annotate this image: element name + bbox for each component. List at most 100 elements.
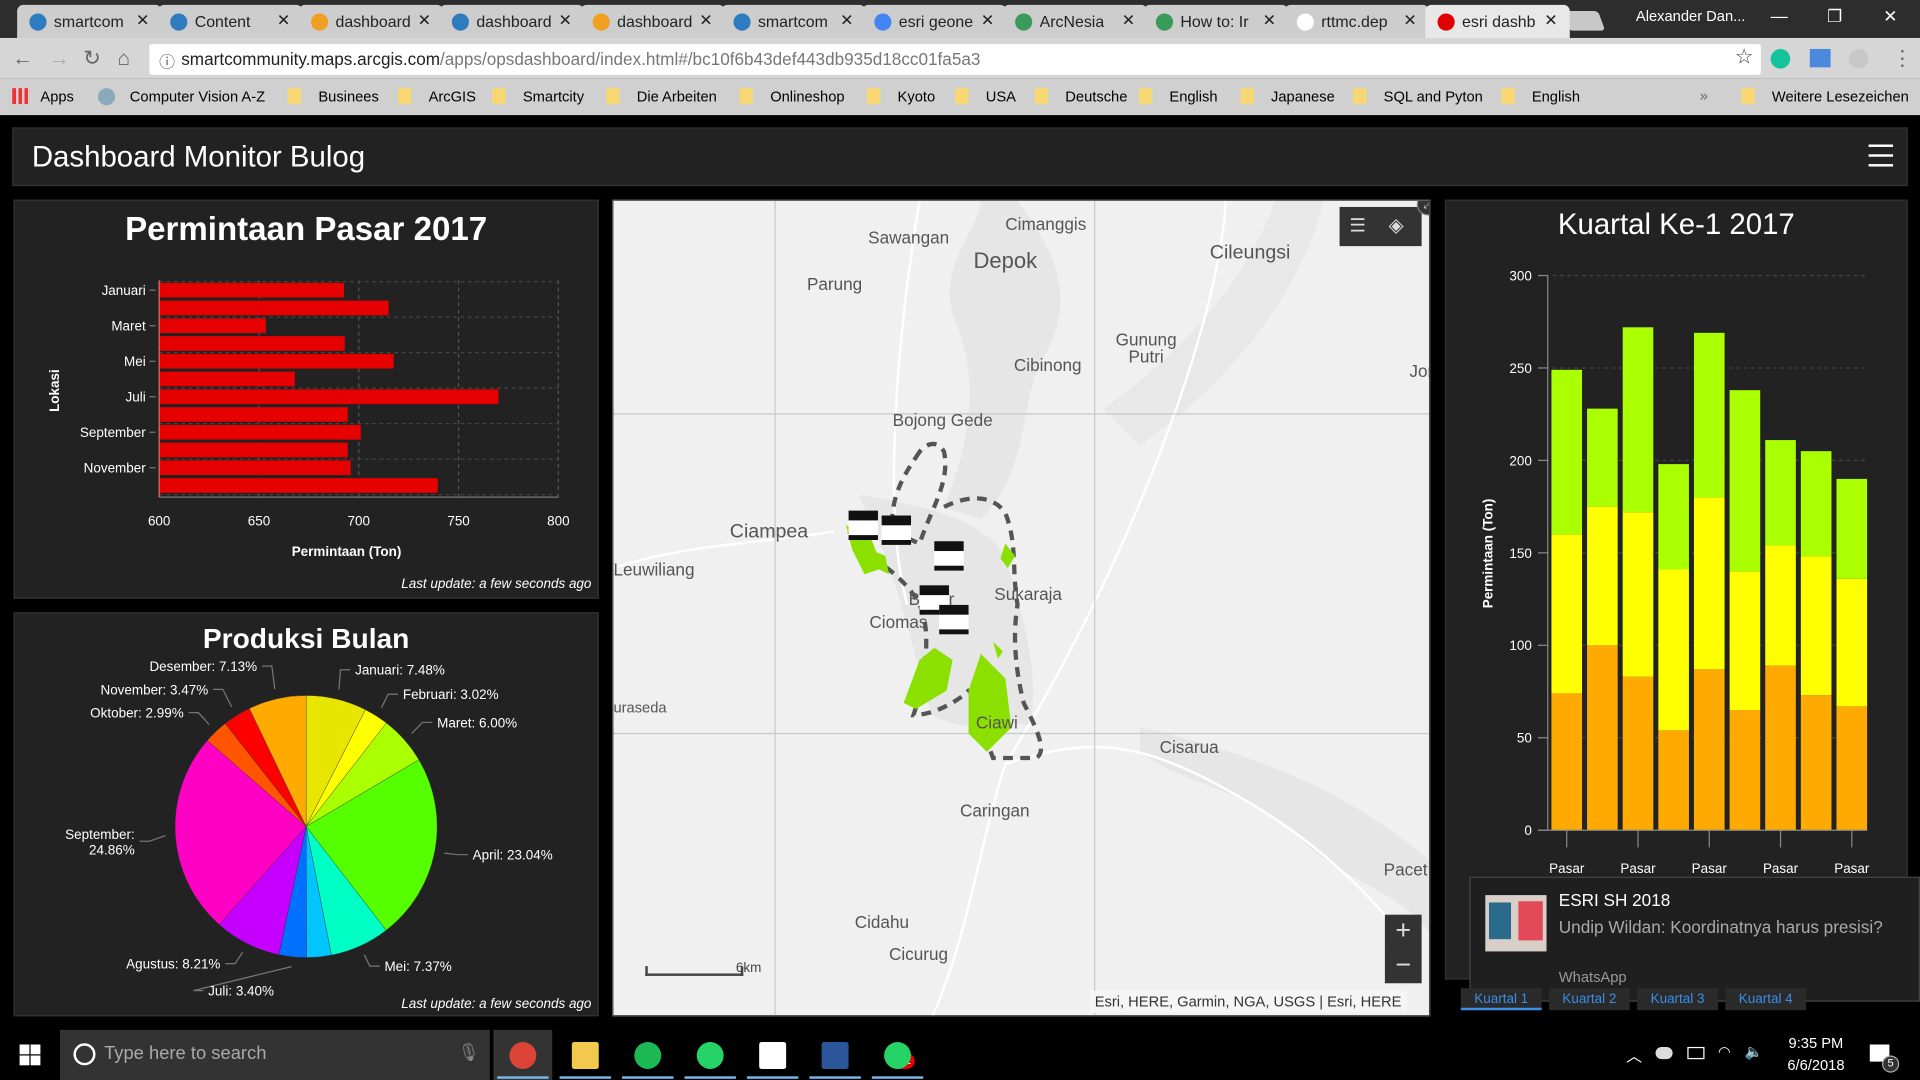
bookmark-item[interactable]: SQL and Pyton: [1353, 88, 1483, 105]
quarter-tab[interactable]: Kuartal 3: [1637, 988, 1718, 1011]
more-bookmarks-button[interactable]: »: [1700, 87, 1708, 104]
map-view[interactable]: Sawangan Cimanggis Depok Cileungsi Parung Gun…: [612, 199, 1431, 1017]
restore-icon[interactable]: ❐: [1827, 6, 1842, 27]
layers-icon[interactable]: ◈: [1389, 213, 1404, 237]
extension-icon[interactable]: [1848, 48, 1869, 69]
quarter-tab[interactable]: Kuartal 1: [1460, 988, 1542, 1011]
file-explorer-icon[interactable]: [571, 1042, 599, 1069]
map-attribution[interactable]: Esri, HERE, Garmin, NGA, USGS | Esri, HE…: [1089, 990, 1407, 1013]
tab-close-icon[interactable]: ✕: [1403, 11, 1416, 31]
hamburger-menu-icon[interactable]: [1868, 144, 1894, 167]
bookmark-item[interactable]: Die Arbeiten: [606, 88, 717, 105]
show-hidden-icons[interactable]: ︿: [1626, 1043, 1642, 1066]
close-window-icon[interactable]: ✕: [1883, 6, 1897, 27]
tab-close-icon[interactable]: ✕: [699, 11, 712, 31]
tab-close-icon[interactable]: ✕: [981, 11, 994, 31]
quarter-tab[interactable]: Kuartal 2: [1548, 988, 1630, 1011]
y-tick-label: 100: [1509, 638, 1531, 653]
market-marker-icon[interactable]: [848, 510, 878, 541]
bookmark-item[interactable]: Apps: [12, 88, 74, 105]
bookmark-item[interactable]: Onlineshop: [739, 88, 845, 105]
tab-close-icon[interactable]: ✕: [1122, 11, 1135, 31]
bookmark-label: Apps: [40, 88, 74, 106]
bar: [159, 318, 266, 334]
bookmark-item[interactable]: USA: [955, 88, 1016, 105]
chrome-icon[interactable]: [509, 1042, 537, 1069]
store-icon[interactable]: [759, 1042, 787, 1069]
browser-tab[interactable]: dashboard ✕: [580, 4, 725, 38]
browser-tab[interactable]: ArcNesia ✕: [1002, 4, 1148, 38]
profile-name[interactable]: Alexander Dan...: [1636, 7, 1745, 24]
back-icon[interactable]: ←: [12, 47, 33, 71]
quarter-tab[interactable]: Kuartal 4: [1725, 988, 1807, 1011]
bookmark-item[interactable]: English: [1501, 88, 1580, 105]
wifi-icon[interactable]: ◠: [1718, 1043, 1731, 1060]
volume-icon[interactable]: 🔈: [1745, 1043, 1763, 1060]
x-tick-label: 600: [148, 513, 170, 528]
bookmark-item[interactable]: Smartcity: [492, 88, 584, 105]
browser-tab[interactable]: smartcom ✕: [17, 4, 162, 38]
tab-close-icon[interactable]: ✕: [418, 11, 431, 31]
market-marker-icon[interactable]: [939, 604, 969, 635]
market-marker-icon[interactable]: [934, 541, 964, 571]
legend-list-icon[interactable]: ☰: [1349, 214, 1365, 237]
zoom-out-button[interactable]: −: [1384, 948, 1422, 984]
bookmark-item[interactable]: Computer Vision A-Z: [97, 88, 265, 106]
pie-label: Maret: 6.00%: [437, 715, 517, 730]
market-marker-icon[interactable]: [881, 515, 912, 545]
tab-close-icon[interactable]: ✕: [136, 11, 149, 31]
bookmark-label: English: [1169, 88, 1218, 106]
browser-tab[interactable]: esri dashb ✕: [1425, 4, 1570, 38]
browser-tab[interactable]: smartcom ✕: [721, 4, 866, 38]
cortana-icon[interactable]: [73, 1043, 96, 1066]
chrome-menu-icon[interactable]: ⋮: [1892, 47, 1913, 71]
tab-title: Content: [194, 12, 251, 31]
battery-icon[interactable]: [1687, 1046, 1705, 1060]
bookmark-star-icon[interactable]: ☆: [1735, 45, 1754, 69]
forward-icon[interactable]: →: [49, 47, 70, 71]
bar: [159, 300, 389, 316]
bookmark-item[interactable]: Deutsche: [1034, 88, 1127, 105]
browser-tab[interactable]: dashboard ✕: [439, 4, 585, 38]
tab-close-icon[interactable]: ✕: [1544, 11, 1557, 31]
tab-close-icon[interactable]: ✕: [277, 11, 290, 31]
other-bookmarks[interactable]: Weitere Lesezeichen: [1741, 88, 1909, 105]
info-icon[interactable]: ⓘ: [159, 49, 175, 72]
browser-tab[interactable]: How to: Ir ✕: [1143, 4, 1289, 38]
browser-tab[interactable]: dashboard ✕: [298, 4, 444, 38]
word-icon[interactable]: [821, 1042, 849, 1069]
browser-tab[interactable]: Content ✕: [157, 4, 303, 38]
dashboard-title: Dashboard Monitor Bulog: [31, 140, 366, 174]
whatsapp-icon[interactable]: [696, 1042, 724, 1069]
map-place-label: Depok: [973, 248, 1038, 274]
browser-tab[interactable]: rttmc.dep ✕: [1284, 4, 1429, 38]
bookmark-item[interactable]: Businees: [287, 88, 379, 105]
windows-start-icon[interactable]: [19, 1044, 41, 1066]
stacked-bar-segment: [1658, 730, 1689, 831]
tab-close-icon[interactable]: ✕: [558, 11, 571, 31]
reload-icon[interactable]: ↻: [83, 47, 100, 71]
tab-close-icon[interactable]: ✕: [840, 11, 853, 31]
onedrive-icon[interactable]: [1655, 1046, 1673, 1060]
address-bar[interactable]: ⓘ smartcommunity.maps.arcgis.com/apps/op…: [149, 44, 1761, 75]
clock[interactable]: 9:35 PM 6/6/2018: [1773, 1035, 1859, 1074]
bookmark-item[interactable]: ArcGIS: [397, 88, 476, 105]
home-icon[interactable]: ⌂: [118, 47, 131, 71]
bookmark-item[interactable]: English: [1138, 88, 1218, 106]
map-place-label: Cidahu: [854, 912, 910, 932]
minimize-icon[interactable]: —: [1771, 6, 1788, 26]
bookmark-item[interactable]: Japanese: [1240, 88, 1335, 105]
grammarly-extension-icon[interactable]: [1770, 48, 1791, 69]
whatsapp-notification[interactable]: ESRI SH 2018 Undip Wildan: Koordinatnya …: [1469, 876, 1920, 1002]
zoom-in-button[interactable]: +: [1384, 914, 1422, 949]
microphone-icon[interactable]: 🎙: [458, 1042, 480, 1063]
tab-close-icon[interactable]: ✕: [1263, 11, 1276, 31]
pie-leader-line: [225, 951, 244, 965]
taskbar-search-input[interactable]: Type here to search: [60, 1029, 490, 1080]
spotify-icon[interactable]: [634, 1042, 662, 1069]
browser-tab[interactable]: esri geone ✕: [862, 4, 1007, 38]
whatsapp-web-icon[interactable]: [884, 1042, 912, 1069]
calendar-extension-icon[interactable]: [1809, 48, 1831, 68]
bookmark-item[interactable]: Kyoto: [866, 88, 935, 105]
stacked-bar-segment: [1622, 327, 1654, 513]
